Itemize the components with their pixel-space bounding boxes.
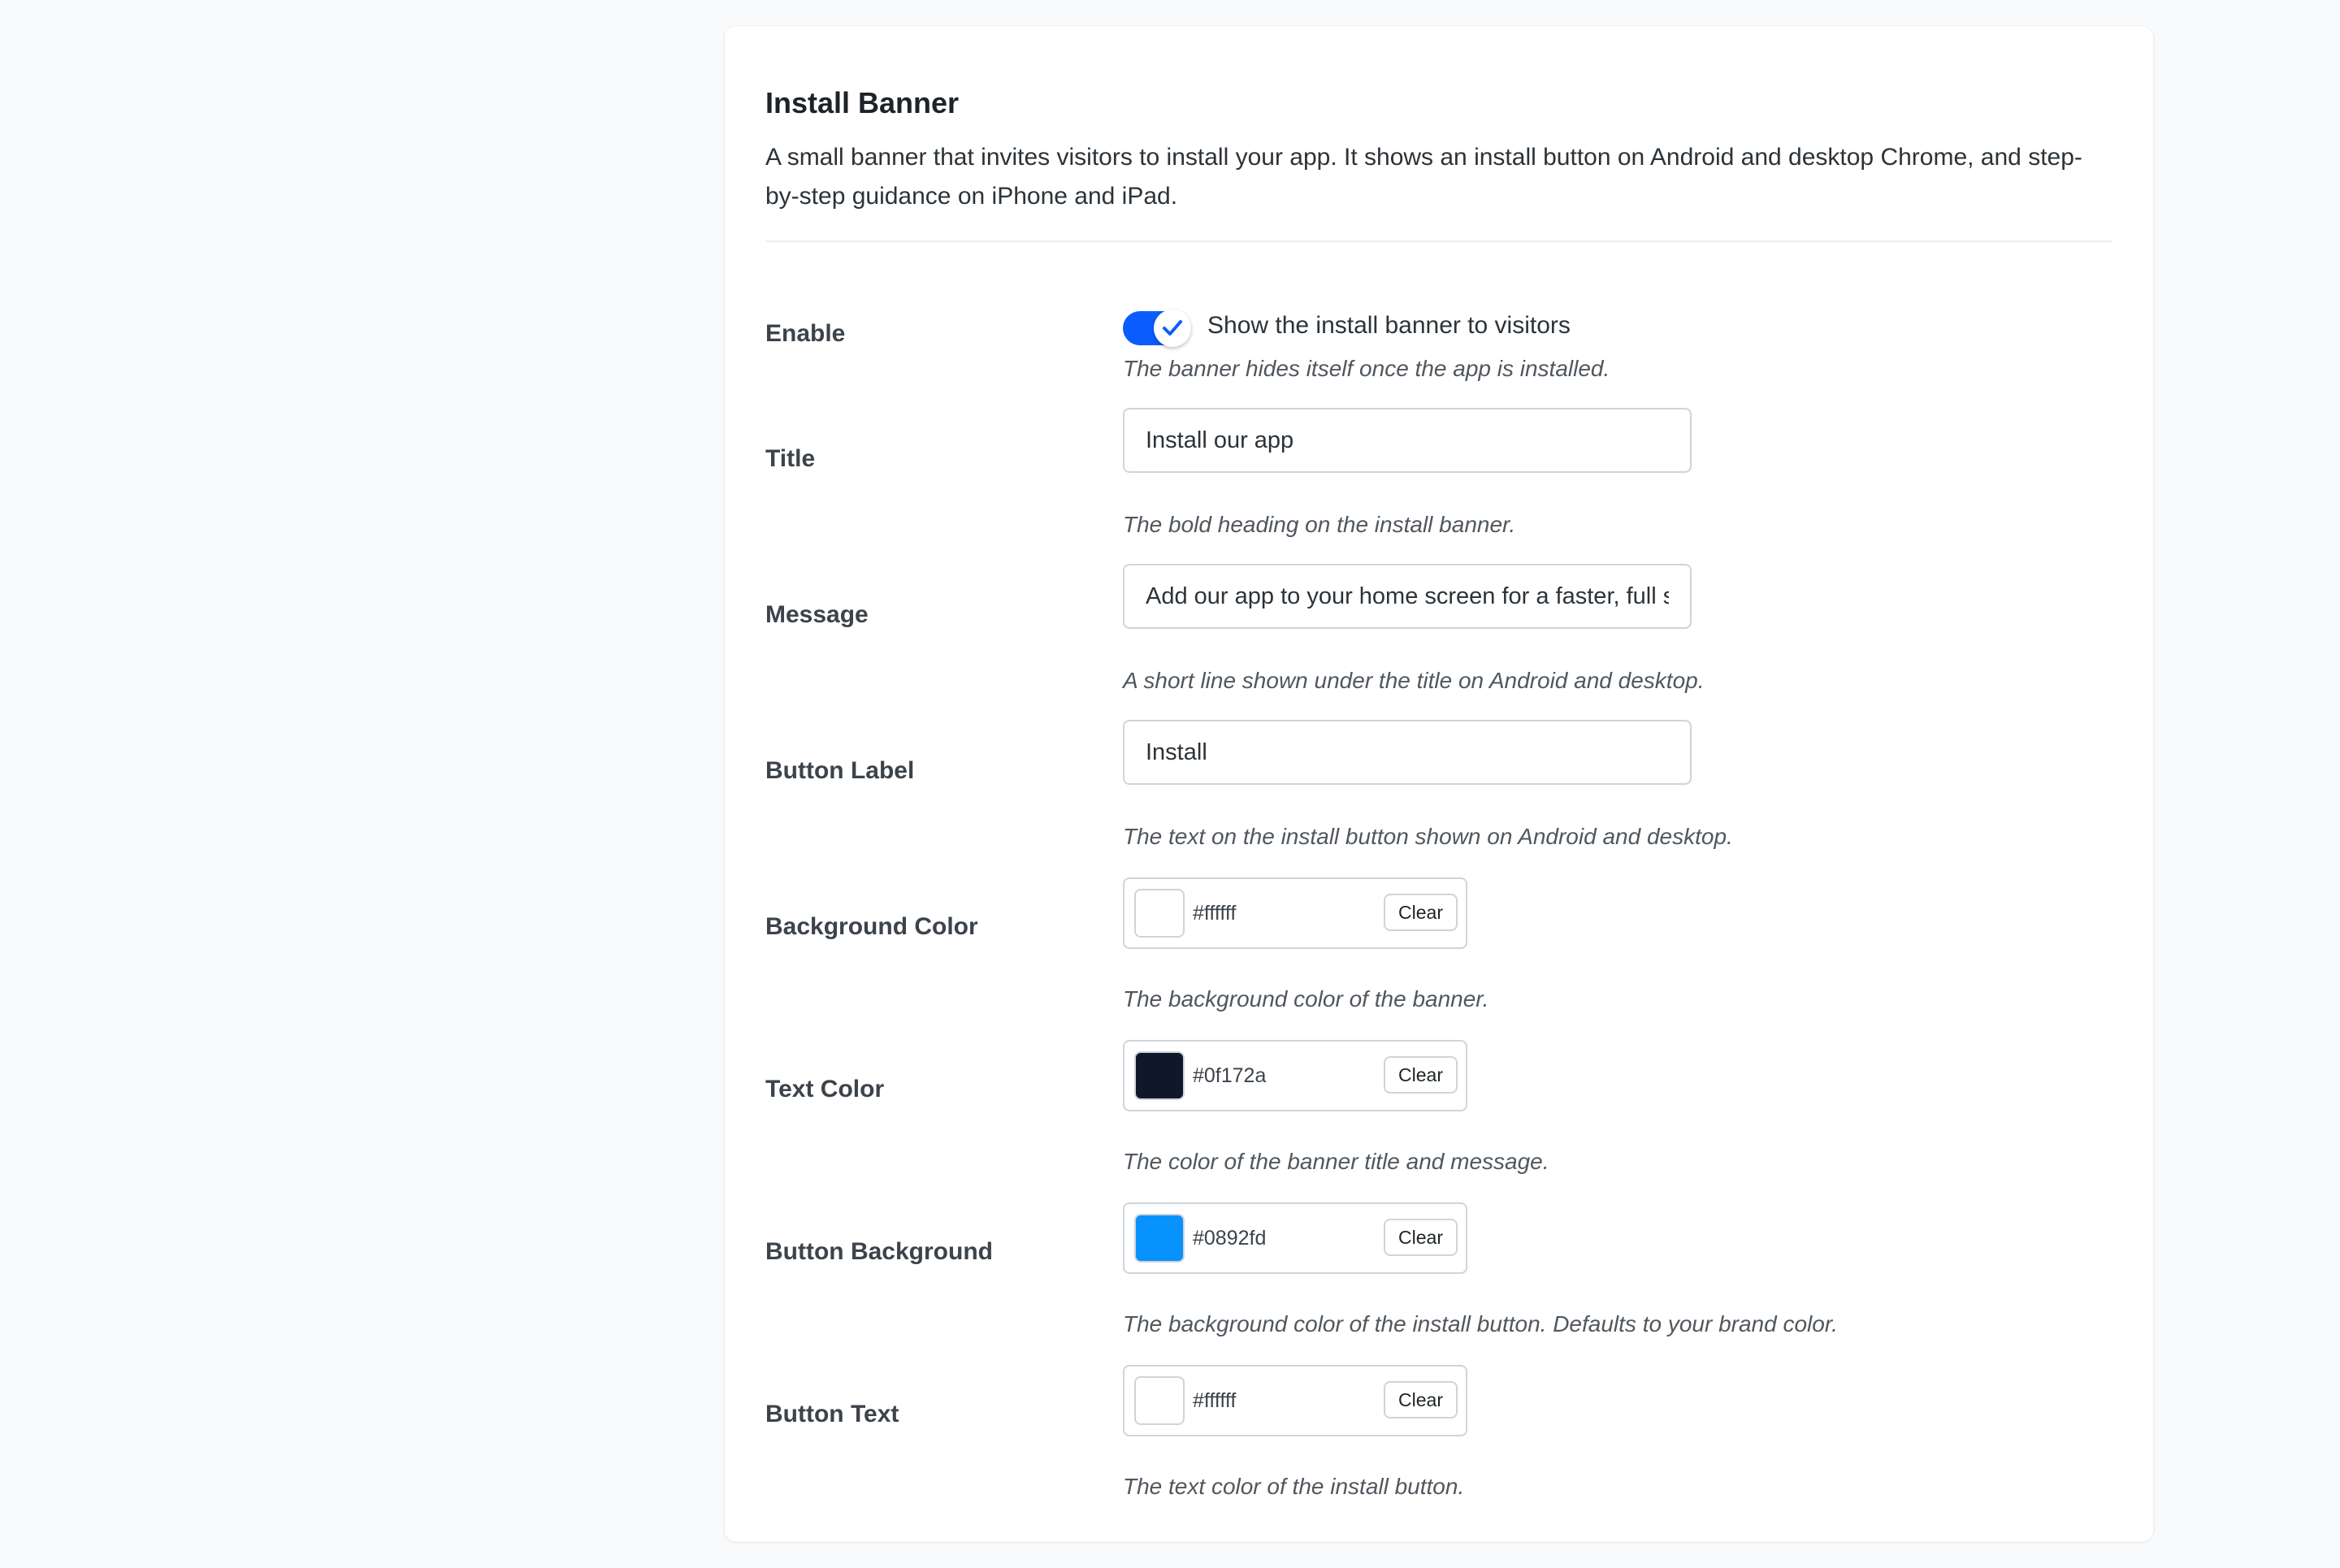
message-help: A short line shown under the title on An… [1123,668,1705,693]
enable-help: The banner hides itself once the app is … [1123,356,1610,381]
background-color-swatch[interactable] [1134,889,1185,938]
message-input[interactable] [1123,564,1692,629]
button-label-help: The text on the install button shown on … [1123,824,1733,849]
button-background-picker: #0892fd Clear [1123,1202,1467,1274]
checkmark-icon [1163,320,1182,336]
enable-toggle[interactable] [1123,310,1191,347]
title-label: Title [765,445,816,472]
button-text-value[interactable]: #ffffff [1193,1389,1236,1413]
button-background-label: Button Background [765,1238,993,1265]
background-color-help: The background color of the banner. [1123,986,1489,1011]
text-color-clear-button[interactable]: Clear [1384,1056,1458,1094]
text-color-label: Text Color [765,1076,885,1102]
section-divider [765,240,2112,242]
text-color-help: The color of the banner title and messag… [1123,1149,1549,1174]
section-description: A small banner that invites visitors to … [765,144,2082,210]
button-background-value[interactable]: #0892fd [1193,1227,1266,1250]
button-background-help: The background color of the install butt… [1123,1311,1838,1336]
button-background-clear-button[interactable]: Clear [1384,1219,1458,1256]
background-color-picker: #ffffff Clear [1123,877,1467,949]
button-text-picker: #ffffff Clear [1123,1365,1467,1436]
text-color-swatch[interactable] [1134,1051,1185,1100]
enable-label: Enable [765,320,846,347]
button-text-label: Button Text [765,1401,899,1427]
text-color-value[interactable]: #0f172a [1193,1064,1266,1088]
background-color-label: Background Color [765,913,978,940]
background-color-clear-button[interactable]: Clear [1384,894,1458,931]
message-label: Message [765,601,869,628]
button-text-clear-button[interactable]: Clear [1384,1381,1458,1419]
title-help: The bold heading on the install banner. [1123,512,1516,537]
button-label-label: Button Label [765,757,915,784]
button-text-swatch[interactable] [1134,1376,1185,1425]
text-color-picker: #0f172a Clear [1123,1040,1467,1111]
button-label-input[interactable] [1123,720,1692,785]
toggle-knob [1154,310,1191,347]
enable-toggle-label: Show the install banner to visitors [1207,312,1571,339]
section-title: Install Banner [765,86,960,119]
install-banner-settings-card: Install Banner A small banner that invit… [725,26,2153,1542]
button-text-help: The text color of the install button. [1123,1474,1465,1499]
title-input[interactable] [1123,408,1692,473]
background-color-value[interactable]: #ffffff [1193,902,1236,925]
button-background-swatch[interactable] [1134,1214,1185,1263]
